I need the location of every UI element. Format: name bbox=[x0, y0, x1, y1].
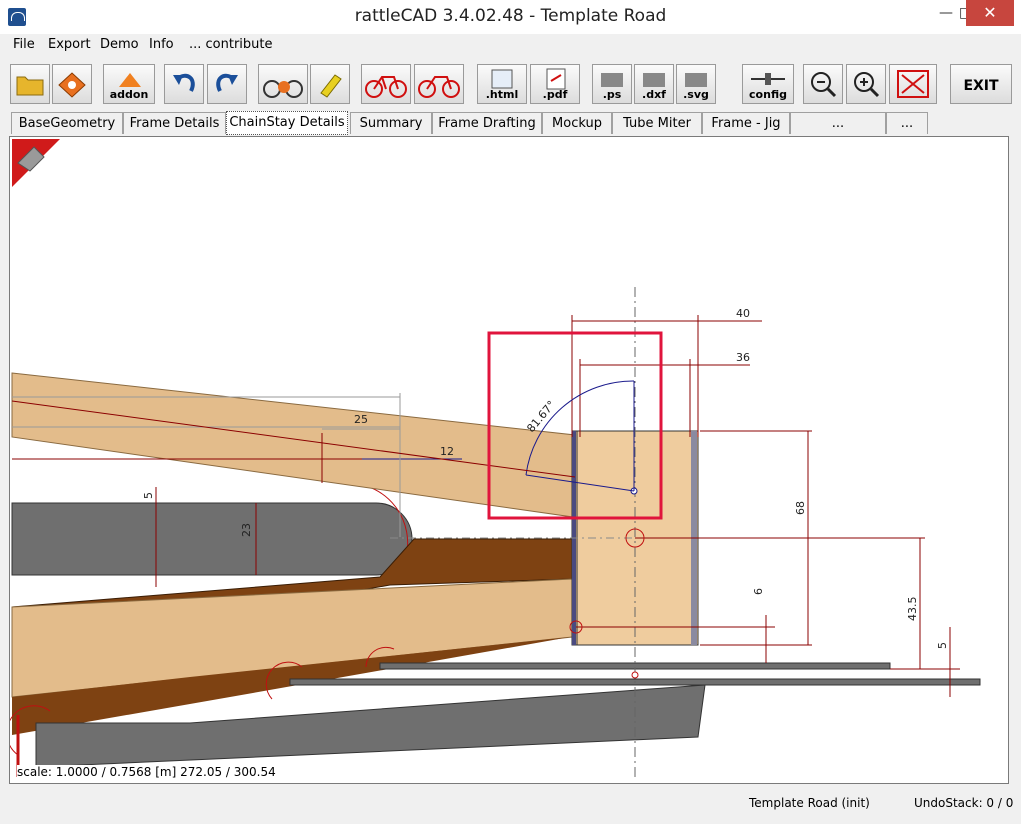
exit-button[interactable]: EXIT bbox=[950, 64, 1012, 104]
tab-frame-drafting[interactable]: Frame Drafting bbox=[432, 112, 542, 134]
dim-435-label: 43.5 bbox=[906, 597, 919, 622]
ps-export-button[interactable]: .ps bbox=[592, 64, 632, 104]
open-folder-icon bbox=[16, 76, 44, 96]
seatstay-light-tube bbox=[11, 372, 576, 518]
dim-12-label: 12 bbox=[440, 445, 454, 458]
pdf-export-button[interactable]: .pdf bbox=[530, 64, 580, 104]
zoom-out-button[interactable] bbox=[803, 64, 843, 104]
fit-screen-button[interactable] bbox=[889, 64, 937, 104]
tab-frame-details[interactable]: Frame Details bbox=[123, 112, 226, 134]
tab-bar: BaseGeometry Frame Details ChainStay Det… bbox=[0, 111, 1021, 153]
menu-bar: File Export Demo Info ... contribute bbox=[0, 34, 1021, 56]
dim-68-label: 68 bbox=[794, 501, 807, 515]
dxf-export-button[interactable]: .dxf bbox=[634, 64, 674, 104]
config-icon bbox=[751, 73, 785, 85]
paint-icon bbox=[320, 74, 342, 98]
tab-basegeometry[interactable]: BaseGeometry bbox=[11, 112, 123, 134]
tab-tube-miter[interactable]: Tube Miter bbox=[612, 112, 702, 134]
bike-red-icon bbox=[365, 76, 407, 98]
tab-summary[interactable]: Summary bbox=[350, 112, 432, 134]
save-button[interactable] bbox=[52, 64, 92, 104]
fit-screen-icon bbox=[897, 70, 929, 98]
dim-6-label: 6 bbox=[752, 588, 765, 595]
redo-button[interactable] bbox=[207, 64, 247, 104]
tab-chainstay-details[interactable]: ChainStay Details bbox=[226, 111, 348, 135]
undo-button[interactable] bbox=[164, 64, 204, 104]
tab-info[interactable]: ... info bbox=[886, 112, 928, 153]
toolbar: addon .html .pdf .ps .dxf .svg config EX… bbox=[0, 58, 1021, 108]
dim-36-label: 36 bbox=[736, 351, 750, 364]
dim-5b-label: 5 bbox=[936, 642, 949, 649]
bike-render-icon bbox=[263, 80, 303, 98]
menu-contribute[interactable]: ... contribute bbox=[189, 37, 273, 52]
tab-frame-jig[interactable]: Frame - Jig bbox=[702, 112, 790, 134]
zoom-in-button[interactable] bbox=[846, 64, 886, 104]
bike-compare-button[interactable] bbox=[414, 64, 464, 104]
bike-view-button[interactable] bbox=[361, 64, 411, 104]
status-project: Template Road (init) bbox=[749, 796, 870, 810]
menu-info[interactable]: Info bbox=[149, 37, 174, 52]
redo-icon bbox=[216, 73, 238, 92]
undo-icon bbox=[173, 73, 195, 92]
render-button[interactable] bbox=[258, 64, 308, 104]
bike-red-compare-icon bbox=[418, 76, 460, 98]
zoom-in-icon bbox=[854, 72, 880, 98]
chainstay-drawing: 40 36 81.67° 25 12 5 23 68 6 43.5 5 bbox=[10, 139, 981, 777]
html-export-button[interactable]: .html bbox=[477, 64, 527, 104]
zoom-out-icon bbox=[811, 72, 837, 98]
status-bar: Template Road (init) UndoStack: 0 / 0 bbox=[0, 790, 1021, 824]
corner-arrow-icon[interactable] bbox=[12, 139, 60, 187]
svg-export-button[interactable]: .svg bbox=[676, 64, 716, 104]
addon-button[interactable]: addon bbox=[103, 64, 155, 104]
window-title: rattleCAD 3.4.02.48 - Template Road bbox=[354, 6, 667, 26]
tab-mockup[interactable]: Mockup bbox=[542, 112, 612, 134]
dim-25-label: 25 bbox=[354, 413, 368, 426]
open-button[interactable] bbox=[10, 64, 50, 104]
menu-file[interactable]: File bbox=[13, 37, 35, 52]
menu-export[interactable]: Export bbox=[48, 37, 91, 52]
drawing-canvas[interactable]: 40 36 81.67° 25 12 5 23 68 6 43.5 5 scal… bbox=[9, 136, 1009, 784]
tab-components[interactable]: ... Components bbox=[790, 112, 886, 153]
menu-demo[interactable]: Demo bbox=[100, 37, 139, 52]
close-button[interactable]: ✕ bbox=[966, 0, 1014, 26]
status-undo-stack: UndoStack: 0 / 0 bbox=[914, 796, 1014, 810]
chainstay-gray-tube bbox=[11, 502, 413, 576]
config-button[interactable]: config bbox=[742, 64, 794, 104]
dim-5a-label: 5 bbox=[142, 492, 155, 499]
title-bar: rattleCAD 3.4.02.48 - Template Road — □ … bbox=[0, 0, 1021, 34]
dim-23-label: 23 bbox=[240, 523, 253, 537]
save-icon bbox=[58, 72, 86, 98]
dim-40-label: 40 bbox=[736, 307, 750, 320]
scale-readout: scale: 1.0000 / 0.7568 [m] 272.05 / 300.… bbox=[17, 765, 276, 779]
paint-button[interactable] bbox=[310, 64, 350, 104]
